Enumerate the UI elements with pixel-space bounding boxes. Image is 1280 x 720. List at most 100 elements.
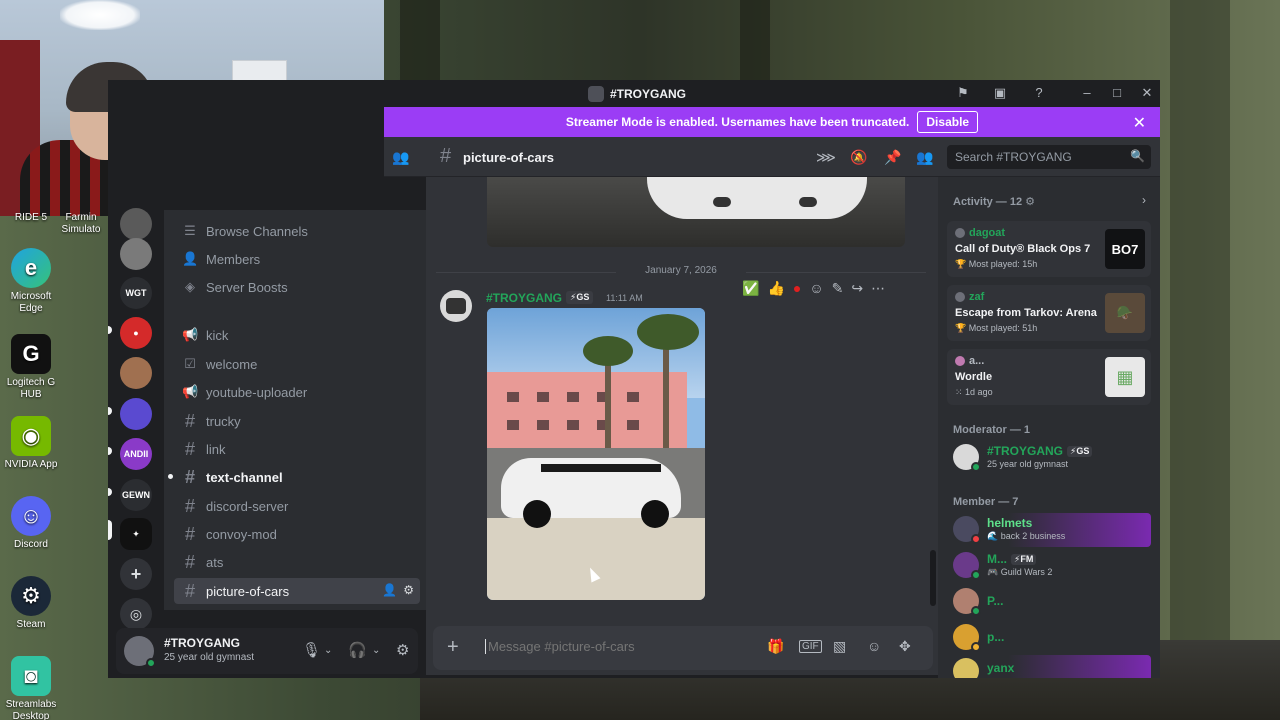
channel-youtube-uploader[interactable]: 📢 youtube-uploader: [174, 379, 420, 405]
desktop-icon-nvidia[interactable]: ◉ NVIDIA App: [0, 416, 62, 471]
user-settings-icon[interactable]: ⚙: [396, 641, 409, 659]
channel-settings-icon[interactable]: ⚙: [403, 583, 414, 597]
desktop-icon-edge[interactable]: e Microsoft Edge: [0, 248, 62, 315]
desktop-icon-farming[interactable]: Farmin Simulato: [54, 212, 108, 236]
check-reaction-icon[interactable]: ✅: [742, 280, 759, 297]
channel-convoy-mod[interactable]: # convoy-mod: [174, 521, 420, 547]
member-item[interactable]: M... ⚡FM 🎮 Guild Wars 2: [947, 549, 1151, 583]
gif-icon[interactable]: GIF: [799, 640, 822, 653]
search-input[interactable]: Search #TROYGANG 🔍: [947, 145, 1151, 169]
channel-text-channel[interactable]: # text-channel: [168, 464, 420, 490]
message-author[interactable]: #TROYGANG: [486, 291, 562, 305]
channel-ats[interactable]: # ats: [174, 549, 420, 575]
scrollbar[interactable]: [930, 550, 936, 606]
server-icon[interactable]: GEWN: [120, 479, 152, 511]
server-icon[interactable]: [120, 357, 152, 389]
message-actions-bar: ✅ 👍 ● ☺ ✎ ↪ ⋯: [736, 275, 912, 301]
channel-trucky[interactable]: # trucky: [174, 408, 420, 434]
disable-streamer-mode-button[interactable]: Disable: [917, 111, 979, 133]
server-icon[interactable]: WGT: [120, 277, 152, 309]
avatar[interactable]: [440, 290, 472, 322]
sidebar-item-server-boosts[interactable]: ◈ Server Boosts: [174, 274, 420, 300]
channel-kick[interactable]: 📢 kick: [174, 322, 420, 348]
channel-link[interactable]: # link: [174, 436, 420, 462]
activity-card[interactable]: zaf Escape from Tarkov: Arena 🏆 Most pla…: [947, 285, 1151, 341]
member-list-icon[interactable]: 👥: [916, 149, 933, 166]
chevron-down-icon[interactable]: ⌄: [372, 645, 380, 656]
gift-icon[interactable]: 🎁: [767, 638, 784, 655]
hash-icon: #: [440, 145, 452, 167]
server-tag-badge: ⚡GS: [566, 291, 594, 304]
rules-icon: ☑: [184, 356, 196, 371]
desktop-icon-ride5[interactable]: RIDE 5: [0, 212, 62, 224]
member-header: Member — 7: [953, 496, 1019, 508]
more-icon[interactable]: ⋯: [871, 280, 885, 297]
emoji-icon[interactable]: ☺: [867, 638, 881, 654]
close-window-button[interactable]: ✕: [1138, 84, 1156, 102]
add-reaction-icon[interactable]: ☺: [809, 280, 823, 296]
previous-attachment-image[interactable]: [487, 177, 905, 247]
add-server-icon[interactable]: +: [120, 558, 152, 590]
background-tree: [400, 0, 440, 80]
help-icon[interactable]: ?: [1030, 84, 1048, 102]
member-item[interactable]: p...: [947, 621, 1151, 655]
friends-icon[interactable]: 👥: [392, 149, 409, 166]
edit-icon[interactable]: ✎: [832, 280, 844, 297]
desktop-icon-steam[interactable]: ⚙ Steam: [0, 576, 62, 631]
channel-bike-picture[interactable]: # bike-picture: [174, 606, 420, 611]
online-status-icon: [971, 462, 981, 472]
server-icon[interactable]: [120, 238, 152, 270]
activity-card[interactable]: dagoat Call of Duty® Black Ops 7 🏆 Most …: [947, 221, 1151, 277]
maximize-button[interactable]: □: [1108, 84, 1126, 102]
hash-icon: #: [182, 609, 198, 611]
pin-icon[interactable]: 📌: [884, 149, 901, 166]
online-status-icon: [971, 606, 981, 616]
window-title: #TROYGANG: [588, 86, 686, 102]
attachment-image[interactable]: [487, 308, 705, 600]
discover-icon[interactable]: ◎: [120, 598, 152, 630]
invite-icon[interactable]: 👤: [382, 583, 397, 597]
desktop-icon-streamlabs[interactable]: ◙ Streamlabs Desktop: [0, 656, 62, 720]
threads-icon[interactable]: ⋙: [816, 149, 836, 166]
sticker-icon[interactable]: ▧: [833, 638, 846, 655]
sidebar-item-browse-channels[interactable]: ☰ Browse Channels: [174, 218, 420, 244]
activity-header[interactable]: Activity — 12 ⚙: [953, 195, 1035, 208]
channel-welcome[interactable]: ☑ welcome: [174, 351, 420, 377]
desktop-icon-discord[interactable]: ☺ Discord: [0, 496, 62, 551]
red-circle-reaction-icon[interactable]: ●: [793, 280, 801, 296]
message-input[interactable]: [485, 639, 765, 654]
server-icon-active[interactable]: ✦: [120, 518, 152, 550]
headphones-icon[interactable]: 🎧: [348, 641, 367, 659]
activity-card[interactable]: a... Wordle ⁙ 1d ago ▦: [947, 349, 1151, 405]
chevron-right-icon[interactable]: ›: [1142, 193, 1146, 207]
edge-icon: e: [11, 248, 51, 288]
member-item[interactable]: yanx: [947, 655, 1151, 678]
avatar: [953, 658, 979, 678]
add-attachment-icon[interactable]: +: [447, 636, 459, 659]
server-icon[interactable]: ●: [120, 317, 152, 349]
server-icon[interactable]: [120, 208, 152, 240]
inbox-icon[interactable]: ⚑: [954, 84, 972, 102]
member-item[interactable]: #TROYGANG ⚡GS 25 year old gymnast: [947, 441, 1151, 475]
gear-icon[interactable]: ⚙: [1025, 196, 1035, 208]
desktop-icon-logitech[interactable]: G Logitech G HUB: [0, 334, 62, 401]
microphone-icon[interactable]: 🎙: [302, 641, 321, 659]
channel-discord-server[interactable]: # discord-server: [174, 493, 420, 519]
title-bar: #TROYGANG ⚑ ▣ ? – □ ✕: [384, 80, 1160, 107]
close-banner-icon[interactable]: ✕: [1133, 113, 1146, 133]
thumbs-up-reaction-icon[interactable]: 👍: [767, 280, 784, 297]
notifications-muted-icon[interactable]: 🔕: [850, 149, 867, 166]
apps-icon[interactable]: ✥: [899, 638, 911, 655]
nvidia-icon: ◉: [11, 416, 51, 456]
member-item[interactable]: P...: [947, 585, 1151, 619]
server-icon[interactable]: ANDII: [120, 438, 152, 470]
channel-picture-of-cars[interactable]: # picture-of-cars 👤 ⚙: [174, 578, 420, 604]
sidebar-item-members[interactable]: 👤 Members: [174, 246, 420, 272]
game-thumbnail: 🪖: [1105, 293, 1145, 333]
reply-icon[interactable]: ↪: [851, 280, 863, 297]
minimize-button[interactable]: –: [1078, 84, 1096, 102]
member-item[interactable]: helmets 🌊 back 2 business: [947, 513, 1151, 547]
screen-share-icon[interactable]: ▣: [991, 84, 1009, 102]
server-icon[interactable]: [120, 398, 152, 430]
chevron-down-icon[interactable]: ⌄: [324, 645, 332, 656]
